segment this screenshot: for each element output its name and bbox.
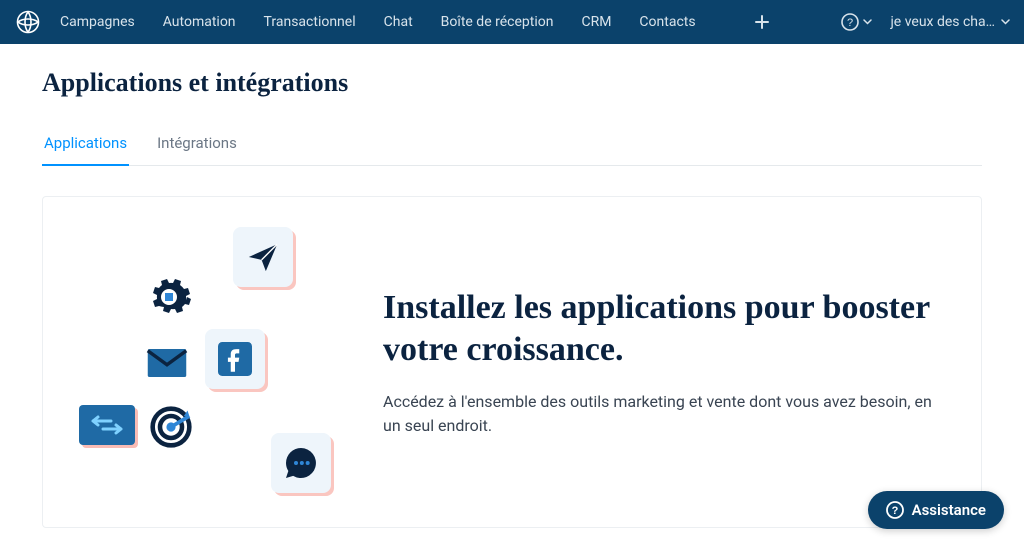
nav-automation[interactable]: Automation: [163, 14, 236, 30]
hero-card: Installez les applications pour booster …: [42, 196, 982, 528]
svg-text:?: ?: [891, 505, 898, 517]
nav-transactionnel[interactable]: Transactionnel: [264, 14, 356, 30]
assistance-button[interactable]: ? Assistance: [868, 491, 1004, 529]
target-icon: [149, 405, 193, 449]
help-icon: ?: [886, 501, 904, 519]
tabs: Applications Intégrations: [42, 124, 982, 166]
nav-right: ? je veux des cha…: [841, 13, 1010, 31]
nav-crm[interactable]: CRM: [581, 14, 611, 30]
chat-bubble-icon: [281, 443, 321, 483]
nav-items: Campagnes Automation Transactionnel Chat…: [60, 12, 772, 32]
chevron-down-icon: [863, 19, 872, 25]
paper-plane-tile: [233, 227, 293, 287]
tab-applications[interactable]: Applications: [42, 124, 129, 166]
mail-icon: [146, 347, 188, 379]
hero-text: Installez les applications pour booster …: [383, 287, 941, 438]
target-tile: [145, 401, 197, 453]
arrows-tile: [79, 405, 135, 445]
help-icon: ?: [841, 13, 859, 31]
assistance-label: Assistance: [912, 501, 986, 519]
nav-boite-reception[interactable]: Boîte de réception: [441, 14, 554, 30]
account-label: je veux des cha…: [890, 14, 995, 30]
page-container: Applications et intégrations Application…: [0, 44, 1024, 528]
nav-campagnes[interactable]: Campagnes: [60, 14, 135, 30]
top-nav: Campagnes Automation Transactionnel Chat…: [0, 0, 1024, 44]
facebook-tile: [205, 329, 265, 389]
mail-tile: [141, 337, 193, 389]
help-menu[interactable]: ?: [841, 13, 872, 31]
nav-contacts[interactable]: Contacts: [639, 14, 695, 30]
paper-plane-icon: [246, 240, 280, 274]
tab-integrations[interactable]: Intégrations: [155, 124, 239, 166]
gear-icon: [145, 273, 193, 321]
logo[interactable]: [14, 8, 42, 36]
hero-subtext: Accédez à l'ensemble des outils marketin…: [383, 390, 941, 438]
account-menu[interactable]: je veux des cha…: [890, 14, 1010, 30]
add-button[interactable]: [752, 12, 772, 32]
svg-text:?: ?: [847, 17, 853, 29]
nav-chat[interactable]: Chat: [384, 14, 413, 30]
gear-tile: [141, 269, 197, 325]
sync-arrows-icon: [87, 411, 127, 439]
chevron-down-icon: [1001, 19, 1010, 25]
facebook-icon: [218, 342, 252, 376]
logo-icon: [16, 10, 40, 34]
chat-tile: [271, 433, 331, 493]
plus-icon: [754, 14, 770, 30]
hero-illustration: [43, 217, 383, 507]
hero-heading: Installez les applications pour booster …: [383, 287, 941, 372]
page-title: Applications et intégrations: [42, 68, 982, 98]
